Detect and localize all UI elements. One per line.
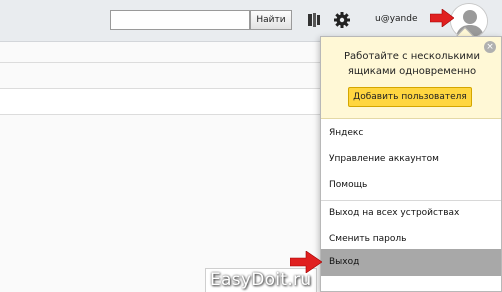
promo-text: Работайте с несколькими ящиками одноврем… [344,51,480,77]
themes-icon[interactable] [305,11,323,29]
menu-item-yandex[interactable]: Яндекс [321,120,501,146]
user-email[interactable]: u@yande [375,14,418,24]
content-divider [0,62,320,63]
add-user-button[interactable]: Добавить пользователя [348,87,472,107]
account-menu: × Работайте с несколькими ящиками одновр… [320,36,502,292]
watermark: EasyDoit.ru [210,270,312,290]
promo-panel: × Работайте с несколькими ящиками одновр… [321,37,501,119]
menu-item-account-management[interactable]: Управление аккаунтом [321,146,501,172]
search-button[interactable]: Найти [250,10,292,30]
gear-icon[interactable] [333,11,351,29]
menu-item-logout[interactable]: Выход [321,249,501,276]
content-row [0,88,320,115]
page: Найти u@yande × Работайте с несколькими … [0,0,502,292]
arrow-icon [430,9,454,27]
search-input[interactable] [110,10,250,30]
menu-item-logout-all-devices[interactable]: Выход на всех устройствах [321,200,501,226]
menu-item-help[interactable]: Помощь [321,172,501,198]
